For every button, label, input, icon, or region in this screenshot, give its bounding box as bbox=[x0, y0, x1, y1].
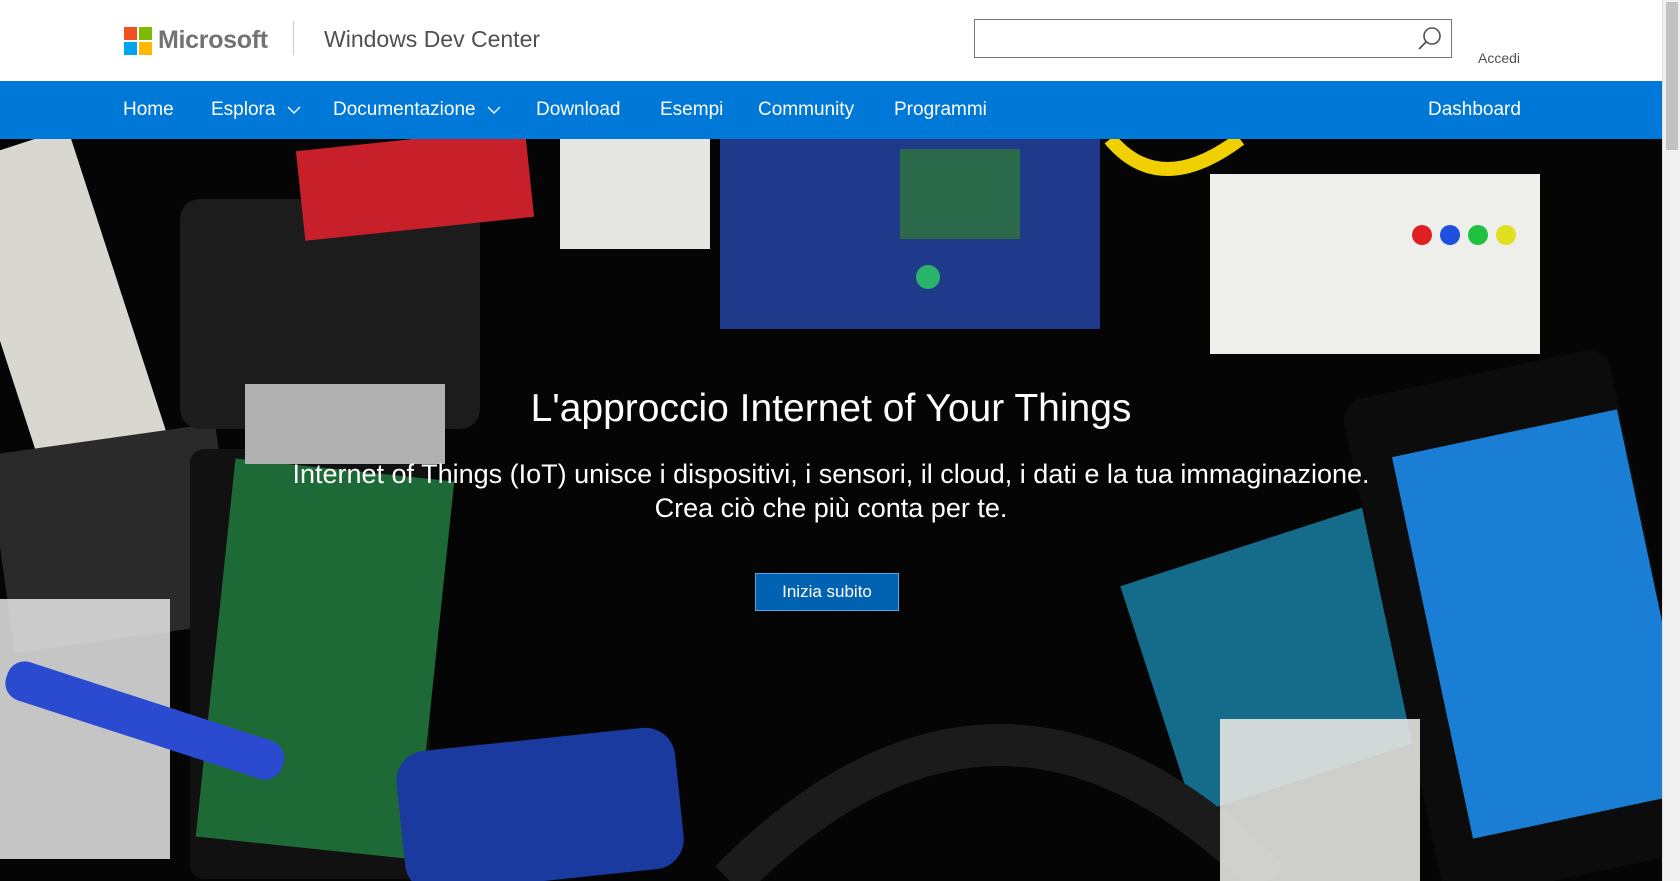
scrollbar-thumb[interactable] bbox=[1666, 2, 1678, 150]
hero-subtitle: Internet of Things (IoT) unisce i dispos… bbox=[0, 457, 1662, 525]
get-started-button[interactable]: Inizia subito bbox=[755, 573, 899, 611]
nav-item-label: Download bbox=[536, 99, 621, 120]
nav-item-label: Esempi bbox=[660, 99, 724, 120]
chevron-down-icon bbox=[287, 106, 301, 114]
main-nav: Home Esplora Documentazione Download Ese… bbox=[0, 81, 1662, 139]
signin-link[interactable]: Accedi bbox=[1478, 50, 1520, 66]
nav-item-programmi[interactable]: Programmi bbox=[894, 81, 987, 139]
brand-name: Microsoft bbox=[158, 26, 268, 54]
search-input[interactable] bbox=[975, 20, 1405, 57]
nav-item-label: Documentazione bbox=[333, 99, 476, 120]
nav-item-label: Dashboard bbox=[1428, 99, 1521, 120]
site-title[interactable]: Windows Dev Center bbox=[324, 26, 540, 53]
nav-item-documentazione[interactable]: Documentazione bbox=[333, 81, 501, 139]
nav-item-esempi[interactable]: Esempi bbox=[660, 81, 723, 139]
nav-item-label: Esplora bbox=[211, 99, 276, 120]
search-icon bbox=[1418, 26, 1441, 50]
nav-item-download[interactable]: Download bbox=[536, 81, 621, 139]
search-button[interactable] bbox=[1409, 20, 1451, 57]
nav-item-esplora[interactable]: Esplora bbox=[211, 81, 301, 139]
nav-item-label: Community bbox=[758, 99, 855, 120]
header-divider bbox=[293, 21, 294, 55]
nav-item-dashboard[interactable]: Dashboard bbox=[1428, 81, 1521, 139]
hero-subtitle-line: Internet of Things (IoT) unisce i dispos… bbox=[292, 459, 1370, 489]
nav-item-label: Programmi bbox=[894, 99, 987, 120]
hero-title: L'approccio Internet of Your Things bbox=[530, 387, 1132, 430]
search-box bbox=[974, 19, 1452, 58]
microsoft-logo[interactable]: Microsoft bbox=[124, 26, 268, 55]
nav-item-label: Home bbox=[123, 99, 174, 120]
hero-banner: L'approccio Internet of Your Things Inte… bbox=[0, 139, 1662, 881]
site-header: Microsoft Windows Dev Center Accedi bbox=[0, 0, 1662, 81]
page-scrollbar[interactable] bbox=[1662, 0, 1680, 881]
nav-item-community[interactable]: Community bbox=[758, 81, 854, 139]
microsoft-logo-icon bbox=[124, 26, 152, 55]
chevron-down-icon bbox=[487, 106, 501, 114]
hero-subtitle-line: Crea ciò che più conta per te. bbox=[654, 493, 1008, 523]
nav-item-home[interactable]: Home bbox=[123, 81, 174, 139]
